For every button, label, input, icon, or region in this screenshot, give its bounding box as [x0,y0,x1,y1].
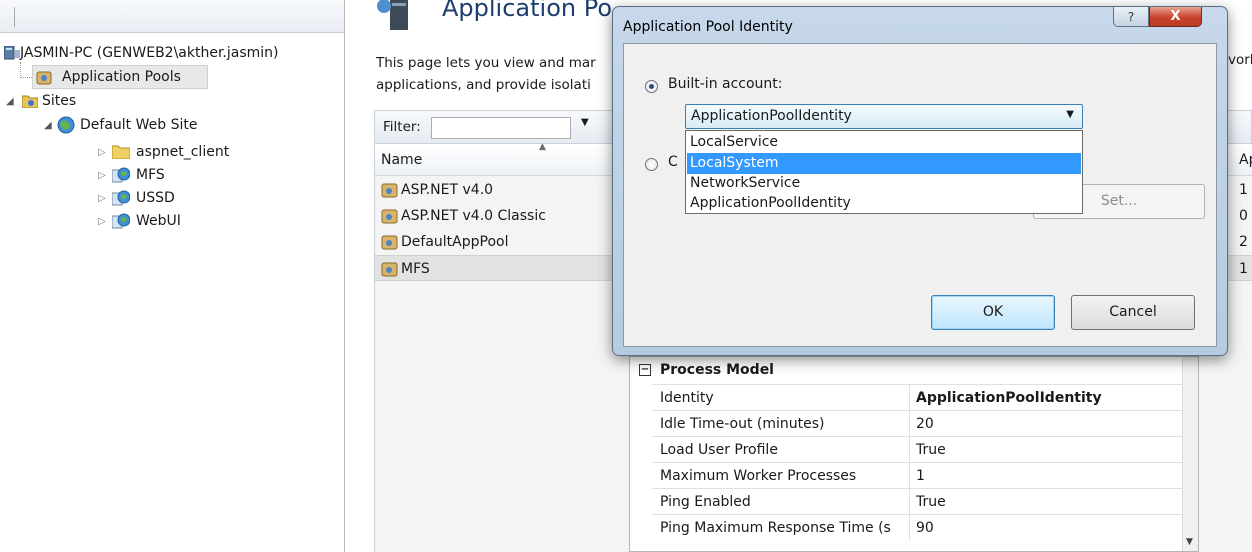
tree-line [20,77,32,78]
property-group-label: Process Model [660,362,774,378]
application-pool-icon [381,209,398,224]
tree-item-default-web-site-label: Default Web Site [80,117,198,133]
application-pool-icon [36,71,52,85]
property-row[interactable]: Idle Time-out (minutes) 20 [652,410,1184,437]
tree-item-server-label: JASMIN-PC (GENWEB2\akther.jasmin) [20,45,279,61]
properties-scrollbar[interactable]: ▼ [1182,357,1198,551]
property-key: Load User Profile [652,437,910,463]
property-key: Maximum Worker Processes [652,463,910,489]
close-button[interactable]: X [1149,7,1202,27]
application-pool-icon [381,235,398,250]
property-value: 90 [916,520,934,536]
advanced-settings-properties: − Process Model Identity ApplicationPool… [629,356,1199,552]
property-value: True [916,494,946,510]
expand-arrow-icon[interactable]: ▷ [98,142,106,164]
server-icon [4,46,20,60]
dialog-title: Application Pool Identity [623,19,793,35]
tree-item-label: WebUI [136,213,181,229]
chevron-down-icon[interactable]: ▼ [1066,109,1074,120]
page-description-cutoff: vorl [1228,52,1252,68]
collapse-arrow-icon[interactable]: ◢ [44,115,52,137]
property-key: Identity [652,385,910,411]
property-key: Ping Enabled [652,489,910,515]
property-row[interactable]: Identity ApplicationPoolIdentity [652,384,1184,411]
application-pool-icon [381,262,398,277]
web-application-icon [112,213,130,229]
tree-item-label: aspnet_client [136,144,230,160]
property-row[interactable]: Load User Profile True [652,436,1184,463]
tree-item-label: USSD [136,190,175,206]
pool-name: MFS [401,261,430,277]
pool-applications: 1 [1239,261,1248,277]
tree-item-sites-label: Sites [42,93,77,109]
cancel-button[interactable]: Cancel [1071,295,1195,330]
pool-name: DefaultAppPool [401,234,509,250]
pool-applications: 0 [1239,208,1248,224]
page-description-line: This page lets you view and mar [376,55,596,71]
filter-label: Filter: [383,119,421,135]
tree-line [20,62,21,78]
builtin-account-radio[interactable] [645,80,658,93]
property-key: Idle Time-out (minutes) [652,411,910,437]
collapse-group-icon[interactable]: − [639,364,651,376]
column-header-name[interactable]: Name [381,152,422,168]
website-globe-icon [57,116,75,134]
property-key: Ping Maximum Response Time (s [652,515,910,541]
folder-icon [112,145,130,159]
dialog-content: Built-in account: ApplicationPoolIdentit… [623,43,1217,347]
builtin-account-select[interactable]: ApplicationPoolIdentity ▼ [685,104,1083,129]
sort-ascending-icon: ▲ [539,142,546,152]
property-row[interactable]: Ping Maximum Response Time (s 90 [652,514,1184,541]
filter-dropdown-arrow-icon[interactable]: ▼ [581,117,589,128]
property-value: 1 [916,468,925,484]
option-applicationpoolidentity[interactable]: ApplicationPoolIdentity [687,193,1081,214]
option-localservice[interactable]: LocalService [687,132,1081,153]
pool-name: ASP.NET v4.0 [401,182,494,198]
property-value: 20 [916,416,934,432]
connections-tree: JASMIN-PC (GENWEB2\akther.jasmin) Applic… [0,0,345,552]
page-description: This page lets you view and mar applicat… [376,52,616,96]
expand-arrow-icon[interactable]: ▷ [98,188,106,210]
collapse-arrow-icon[interactable]: ◢ [6,91,14,113]
scroll-down-arrow-icon[interactable]: ▼ [1186,537,1193,547]
property-row[interactable]: Ping Enabled True [652,488,1184,515]
help-button[interactable]: ? [1113,7,1149,27]
filter-input[interactable] [431,117,571,139]
application-pool-icon [381,183,398,198]
pool-name: ASP.NET v4.0 Classic [401,208,546,224]
custom-account-radio[interactable] [645,158,658,171]
custom-account-label[interactable]: C [668,154,678,170]
application-pool-identity-dialog: Application Pool Identity ? X Built-in a… [612,6,1228,356]
page-title: Application Po [442,0,613,22]
web-application-icon [112,167,130,183]
toolbar-separator [14,7,15,27]
property-group-process-model[interactable]: − Process Model [630,357,1184,384]
tree-item-application-pools-label: Application Pools [62,69,181,85]
pool-applications: 2 [1239,234,1248,250]
property-value: ApplicationPoolIdentity [916,390,1102,406]
application-pools-header-icon [377,0,408,30]
column-header-applications[interactable]: Ap [1239,152,1252,168]
property-row[interactable]: Maximum Worker Processes 1 [652,462,1184,489]
builtin-account-select-value: ApplicationPoolIdentity [691,108,852,124]
web-application-icon [112,190,130,206]
option-networkservice[interactable]: NetworkService [687,173,1081,194]
builtin-account-label[interactable]: Built-in account: [668,76,783,92]
expand-arrow-icon[interactable]: ▷ [98,211,106,233]
tree-item-label: MFS [136,167,165,183]
property-value: True [916,442,946,458]
sites-folder-icon [22,95,38,108]
option-localsystem[interactable]: LocalSystem [687,153,1081,174]
pool-applications: 1 [1239,182,1248,198]
tree-item-server[interactable]: JASMIN-PC (GENWEB2\akther.jasmin) [0,42,340,64]
builtin-account-options: LocalService LocalSystem NetworkService … [685,130,1083,214]
expand-arrow-icon[interactable]: ▷ [98,165,106,187]
page-description-line: applications, and provide isolati [376,77,591,93]
ok-button[interactable]: OK [931,295,1055,330]
tree-toolbar [0,0,344,33]
